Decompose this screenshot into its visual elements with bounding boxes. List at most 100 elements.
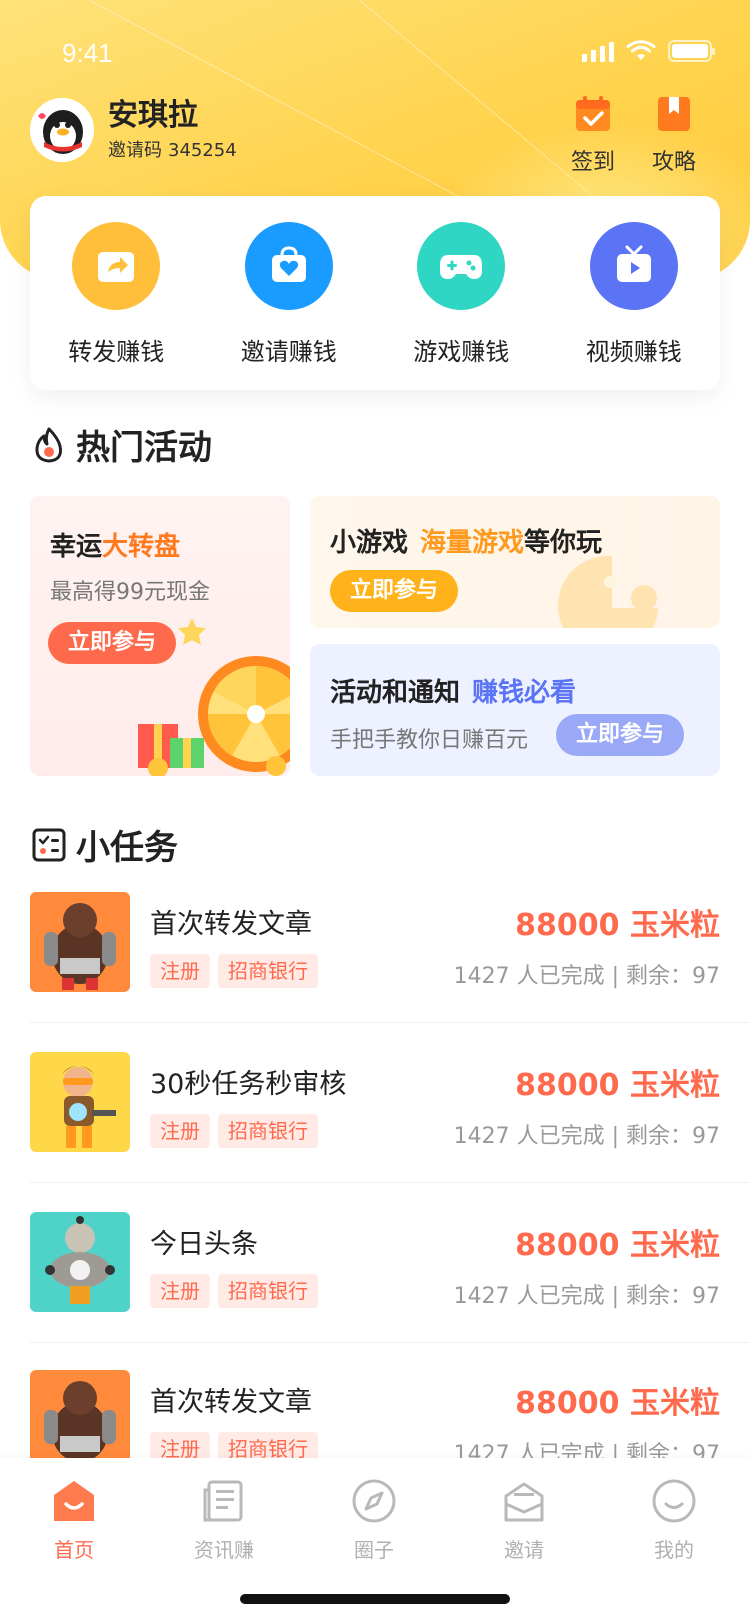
task-thumbnail xyxy=(30,1052,130,1152)
quick-video-label: 视频赚钱 xyxy=(585,338,682,366)
avatar[interactable] xyxy=(30,98,94,162)
tab-invite[interactable]: 邀请 xyxy=(474,1478,574,1563)
invite-code-value[interactable]: 345254 xyxy=(168,140,237,161)
quick-invite-earn[interactable]: 邀请赚钱 xyxy=(214,222,364,390)
notice-title-b: 赚钱必看 xyxy=(472,678,577,708)
envelope-icon xyxy=(504,1482,544,1522)
task-title: 首次转发文章 xyxy=(150,909,312,940)
tasks-section-title: 小任务 xyxy=(76,828,178,868)
profile-face-icon xyxy=(652,1479,696,1523)
heart-bag-icon xyxy=(271,246,306,282)
compass-icon xyxy=(352,1479,396,1523)
task-tags: 注册 招商银行 xyxy=(150,954,318,988)
notice-subtitle: 手把手教你日赚百元 xyxy=(330,728,529,753)
gamepad-icon xyxy=(440,255,483,279)
lucky-wheel-title: 幸运大转盘 xyxy=(50,526,180,563)
tab-circle-label: 圈子 xyxy=(354,1538,394,1562)
home-indicator xyxy=(240,1594,510,1604)
tab-home-label: 首页 xyxy=(54,1538,94,1562)
share-icon-circle xyxy=(72,222,161,310)
guide-button[interactable]: 攻略 xyxy=(644,94,704,176)
tab-circle[interactable]: 圈子 xyxy=(324,1478,424,1563)
guide-label: 攻略 xyxy=(651,150,696,175)
notice-card[interactable]: 活动和通知 赚钱必看 手把手教你日赚百元 立即参与 xyxy=(310,644,720,776)
task-tag: 注册 xyxy=(150,1274,210,1308)
task-title: 首次转发文章 xyxy=(150,1387,312,1418)
status-icons xyxy=(582,40,715,62)
character-image xyxy=(44,903,116,990)
row-divider xyxy=(30,1182,750,1183)
wifi-icon xyxy=(626,40,656,60)
prize-wheel-icon xyxy=(138,618,290,776)
lucky-wheel-title-b: 大转盘 xyxy=(102,532,181,562)
mini-games-join-button[interactable]: 立即参与 xyxy=(330,570,458,612)
lucky-wheel-subtitle: 最高得99元现金 xyxy=(50,580,210,605)
quick-share-earn[interactable]: 转发赚钱 xyxy=(41,222,191,390)
task-row[interactable]: 首次转发文章 注册 招商银行 88000 玉米粒 1427 人已完成 | 剩余：… xyxy=(30,892,750,1052)
pacman-icon xyxy=(558,555,658,628)
notice-join-button[interactable]: 立即参与 xyxy=(556,714,684,756)
video-icon-circle xyxy=(589,222,678,310)
quick-invite-label: 邀请赚钱 xyxy=(240,338,337,366)
notice-title-a: 活动和通知 xyxy=(330,678,461,708)
quick-game-earn[interactable]: 游戏赚钱 xyxy=(386,222,536,390)
user-name: 安琪拉 xyxy=(108,98,198,133)
task-tags: 注册 招商银行 xyxy=(150,1274,318,1308)
invite-code-label: 邀请码 xyxy=(108,140,162,161)
task-tag: 注册 xyxy=(150,1114,210,1148)
task-stats: 1427 人已完成 | 剩余：97 xyxy=(453,1284,720,1309)
row-divider xyxy=(30,1342,750,1343)
bookmark-icon xyxy=(658,97,690,131)
task-row[interactable]: 30秒任务秒审核 注册 招商银行 88000 玉米粒 1427 人已完成 | 剩… xyxy=(30,1052,750,1212)
task-thumbnail xyxy=(30,1370,130,1470)
status-bar: 9:41 xyxy=(0,0,750,88)
tab-news-earn[interactable]: 资讯赚 xyxy=(174,1478,274,1563)
battery-icon xyxy=(668,40,715,62)
user-profile[interactable]: 安琪拉 邀请码 345254 xyxy=(30,98,237,162)
lucky-wheel-card[interactable]: 幸运大转盘 最高得99元现金 立即参与 xyxy=(30,496,290,776)
signal-icon xyxy=(582,40,614,62)
mini-games-card[interactable]: 小游戏 海量游戏等你玩 立即参与 xyxy=(310,496,720,628)
task-reward: 88000 玉米粒 xyxy=(515,1228,720,1263)
task-tag: 招商银行 xyxy=(218,1274,318,1308)
calendar-check-icon xyxy=(576,96,610,131)
task-tags: 注册 招商银行 xyxy=(150,1114,318,1148)
task-tag: 招商银行 xyxy=(218,1114,318,1148)
tab-invite-label: 邀请 xyxy=(504,1538,544,1562)
task-tag: 注册 xyxy=(150,954,210,988)
hot-section-header: 热门活动 xyxy=(32,420,212,469)
checkin-label: 签到 xyxy=(570,150,615,175)
quick-video-earn[interactable]: 视频赚钱 xyxy=(559,222,709,390)
penguin-avatar-icon xyxy=(30,98,94,162)
task-stats: 1427 人已完成 | 剩余：97 xyxy=(453,1124,720,1149)
task-title: 今日头条 xyxy=(150,1229,258,1260)
task-reward: 88000 玉米粒 xyxy=(515,908,720,943)
tasks-section-header: 小任务 xyxy=(32,820,178,869)
tab-home[interactable]: 首页 xyxy=(24,1478,124,1563)
quick-game-label: 游戏赚钱 xyxy=(413,338,510,366)
invite-icon-circle xyxy=(244,222,333,310)
task-stats: 1427 人已完成 | 剩余：97 xyxy=(453,964,720,989)
task-thumbnail xyxy=(30,1212,130,1312)
hot-section-title: 热门活动 xyxy=(76,428,212,468)
notice-title: 活动和通知 赚钱必看 xyxy=(330,672,576,709)
home-icon xyxy=(54,1481,94,1521)
task-tag: 招商银行 xyxy=(218,954,318,988)
row-divider xyxy=(30,1022,750,1023)
tab-mine[interactable]: 我的 xyxy=(624,1478,724,1563)
share-icon xyxy=(98,252,135,282)
tab-mine-label: 我的 xyxy=(654,1538,694,1562)
flame-icon xyxy=(35,427,62,462)
invite-code-line: 邀请码 345254 xyxy=(108,136,237,162)
quick-earn-card: 转发赚钱 邀请赚钱 游戏赚钱 视频赚钱 xyxy=(30,196,720,390)
mini-games-title-b: 海量游戏 xyxy=(420,528,525,558)
tv-icon xyxy=(616,245,651,282)
tab-news-label: 资讯赚 xyxy=(194,1538,254,1562)
game-icon-circle xyxy=(417,222,506,310)
character-image xyxy=(44,1381,116,1462)
checkin-button[interactable]: 签到 xyxy=(563,94,623,176)
task-list-icon xyxy=(32,828,66,861)
lucky-wheel-title-a: 幸运 xyxy=(50,532,103,562)
mini-games-title-a: 小游戏 xyxy=(330,528,409,558)
task-row[interactable]: 今日头条 注册 招商银行 88000 玉米粒 1427 人已完成 | 剩余：97 xyxy=(30,1212,750,1372)
